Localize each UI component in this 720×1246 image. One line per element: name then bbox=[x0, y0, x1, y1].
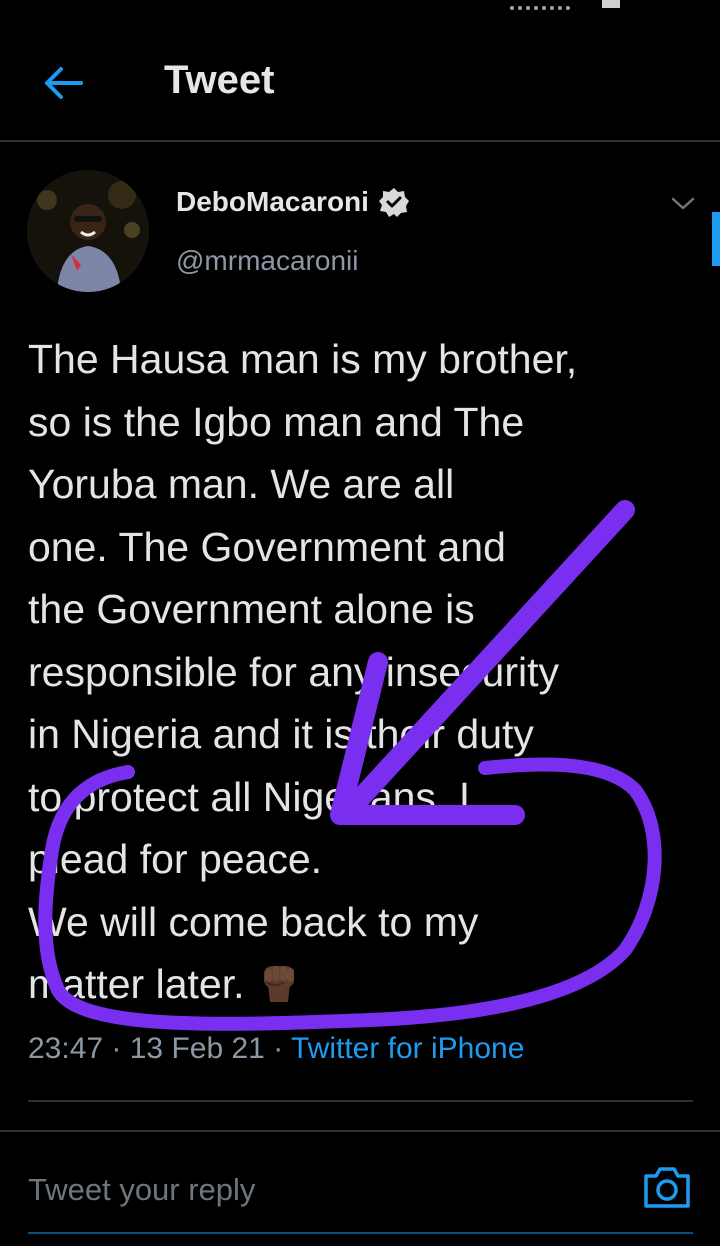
battery-icon bbox=[602, 0, 620, 8]
author-handle[interactable]: @mrmacaronii bbox=[176, 245, 358, 277]
tweet-text: The Hausa man is my brother, so is the I… bbox=[28, 336, 578, 1007]
meta-separator: · bbox=[103, 1032, 130, 1065]
status-bar bbox=[0, 0, 720, 12]
avatar[interactable] bbox=[27, 170, 149, 292]
camera-icon[interactable] bbox=[642, 1164, 692, 1210]
divider bbox=[0, 1130, 720, 1132]
tweet-date: 13 Feb 21 bbox=[129, 1032, 265, 1065]
divider bbox=[28, 1100, 693, 1102]
reply-underline bbox=[28, 1232, 693, 1234]
tweet-meta: 23:47 · 13 Feb 21 · Twitter for iPhone bbox=[28, 1032, 524, 1066]
author-row[interactable]: DeboMacaroni bbox=[176, 186, 409, 218]
reply-input[interactable] bbox=[28, 1165, 588, 1215]
page-title: Tweet bbox=[164, 58, 275, 102]
arrow-left-icon bbox=[45, 67, 83, 99]
author-name[interactable]: DeboMacaroni bbox=[176, 186, 369, 218]
meta-separator: · bbox=[264, 1032, 291, 1065]
scrollbar[interactable] bbox=[712, 212, 720, 266]
tweet-source-link[interactable]: Twitter for iPhone bbox=[291, 1032, 524, 1065]
chevron-down-icon[interactable] bbox=[668, 192, 698, 216]
back-button[interactable] bbox=[40, 60, 86, 106]
tweet-body: The Hausa man is my brother, so is the I… bbox=[28, 328, 698, 1016]
verified-badge-icon bbox=[378, 187, 409, 217]
top-app-bar: Tweet bbox=[0, 40, 720, 142]
signal-icon bbox=[510, 0, 570, 10]
tweet-time: 23:47 bbox=[28, 1032, 104, 1065]
avatar-image bbox=[27, 170, 149, 292]
raised-fist-icon bbox=[256, 960, 302, 1006]
